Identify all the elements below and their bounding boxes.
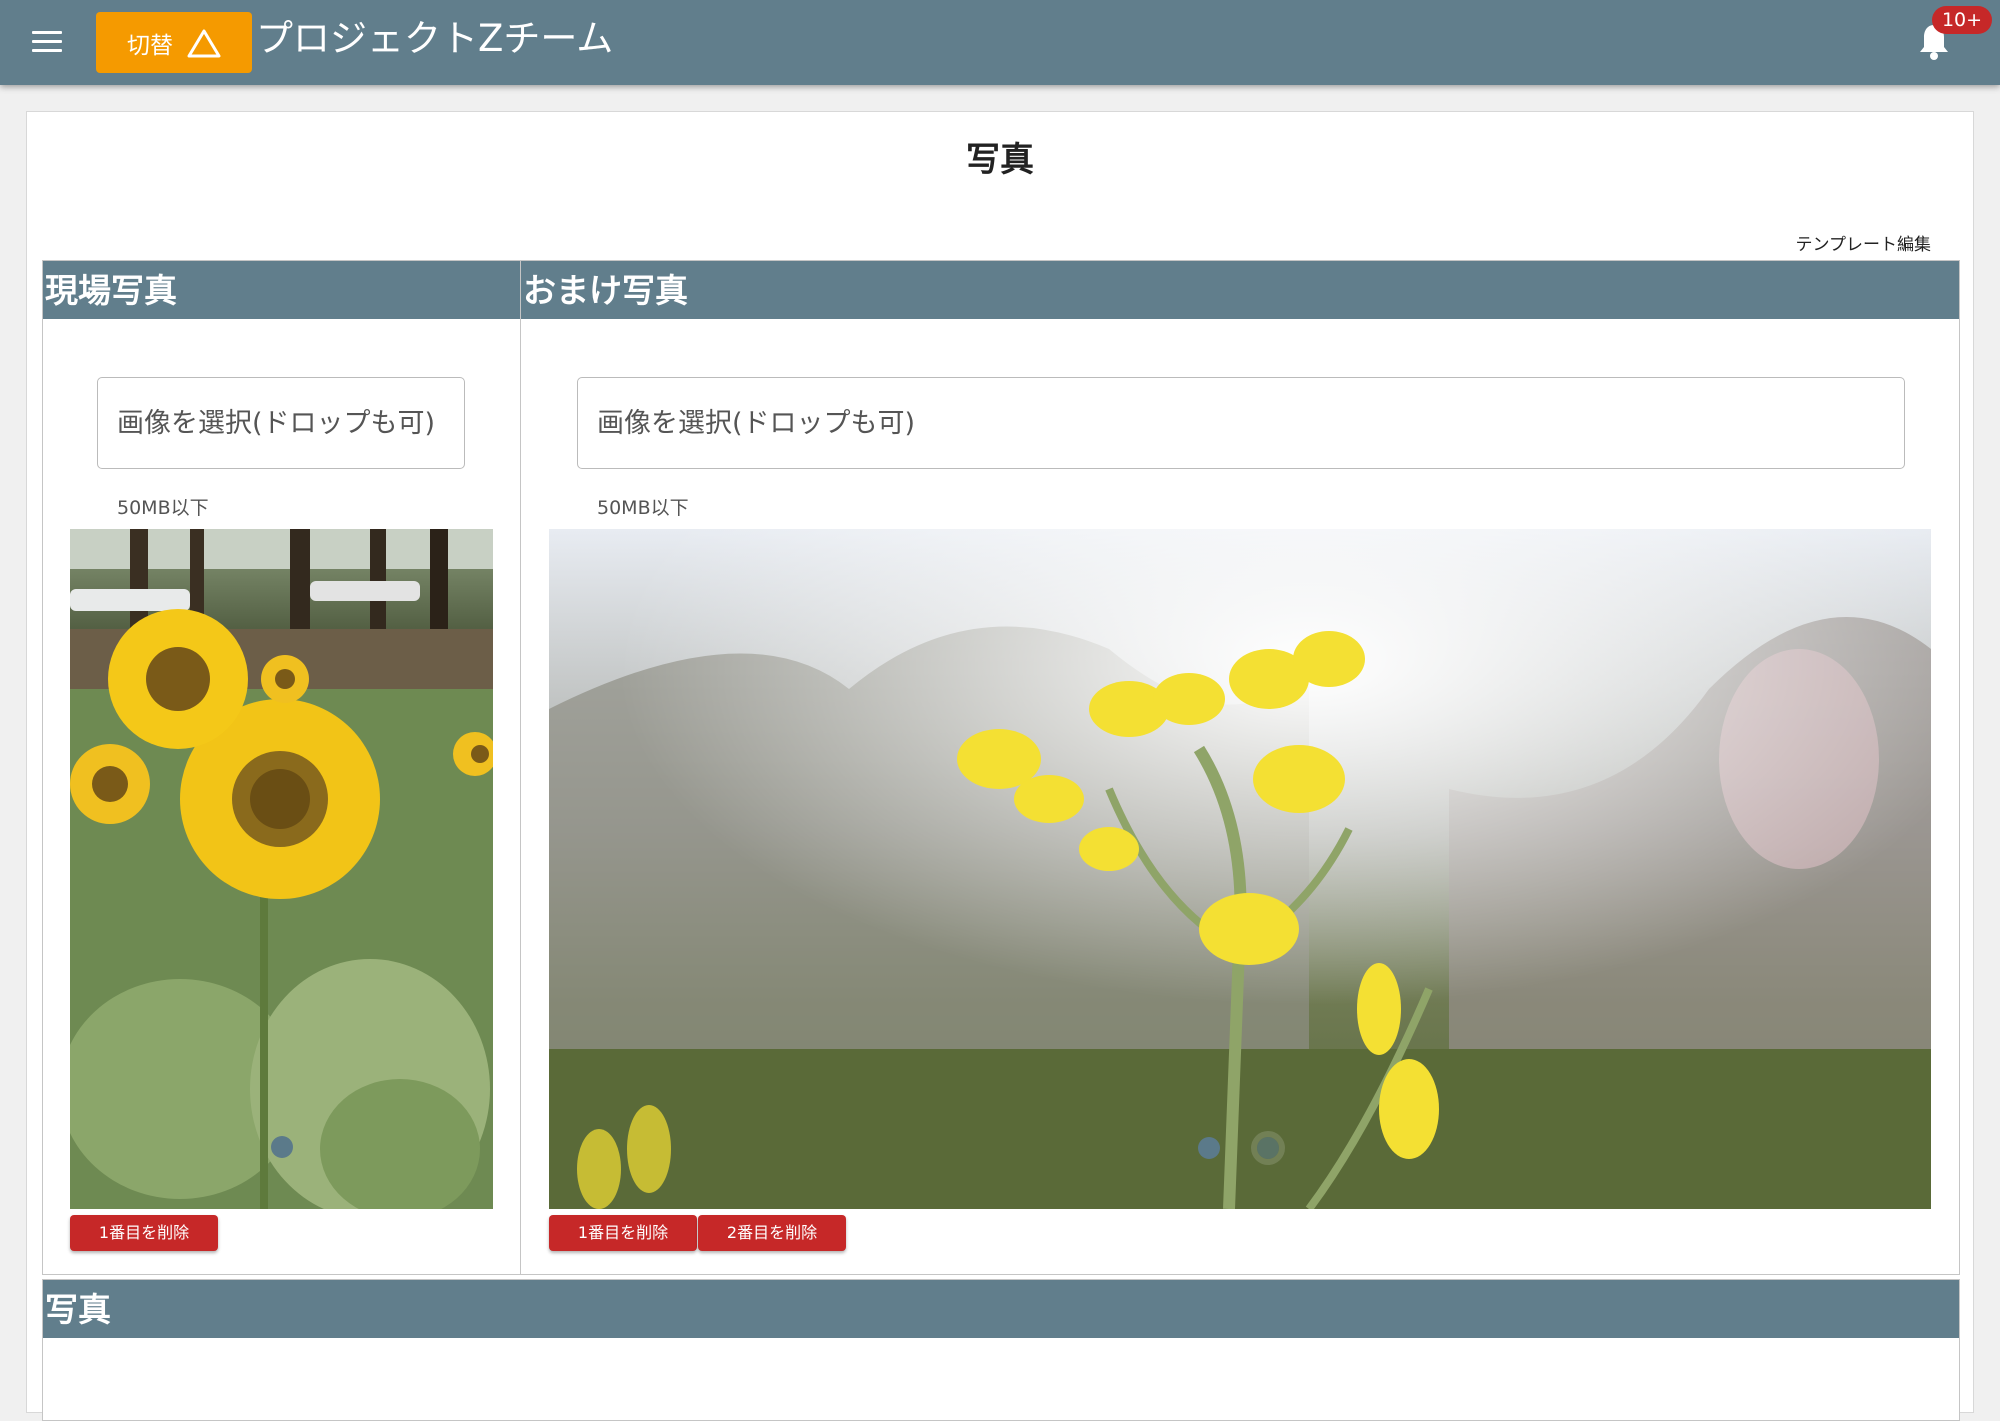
panel-header: おまけ写真 (521, 261, 1959, 319)
image-file-input[interactable]: 画像を選択(ドロップも可) (577, 377, 1905, 469)
main-card: 写真 テンプレート編集 現場写真 画像を選択(ドロップも可) 50MB以下 1番… (26, 111, 1974, 1421)
delete-photo-1-button[interactable]: 1番目を削除 (549, 1215, 697, 1251)
sunflower-photo (70, 529, 493, 1209)
rapeseed-flower-photo (549, 529, 1931, 1209)
carousel-dot[interactable] (1257, 1137, 1279, 1159)
page-title: 写真 (966, 140, 1034, 180)
warning-triangle-icon (187, 29, 221, 57)
carousel-dot[interactable] (1198, 1137, 1220, 1159)
panel-header: 現場写真 (43, 261, 520, 319)
carousel-dot[interactable] (271, 1136, 293, 1158)
size-limit-note: 50MB以下 (117, 497, 209, 519)
delete-photo-2-button[interactable]: 2番目を削除 (698, 1215, 846, 1251)
template-edit-link[interactable]: テンプレート編集 (1796, 230, 1932, 255)
menu-icon[interactable] (32, 31, 62, 53)
size-limit-note: 50MB以下 (597, 497, 689, 519)
photos-section: 写真 (42, 1279, 1960, 1421)
app-title: プロジェクトZチーム (256, 17, 614, 60)
site-photos-panel: 現場写真 画像を選択(ドロップも可) 50MB以下 1番目を削除 (42, 260, 521, 1275)
panel-header: 写真 (43, 1280, 1959, 1338)
switch-button[interactable]: 切替 (96, 12, 252, 73)
notification-badge: 10+ (1932, 6, 1992, 34)
switch-button-label: 切替 (127, 32, 173, 59)
bonus-photos-panel: おまけ写真 画像を選択(ドロップも可) 50MB以下 1番目を削除 2番目を削除 (520, 260, 1960, 1275)
image-file-input[interactable]: 画像を選択(ドロップも可) (97, 377, 465, 469)
delete-photo-1-button[interactable]: 1番目を削除 (70, 1215, 218, 1251)
app-bar: 切替 プロジェクトZチーム 10+ (0, 0, 2000, 85)
